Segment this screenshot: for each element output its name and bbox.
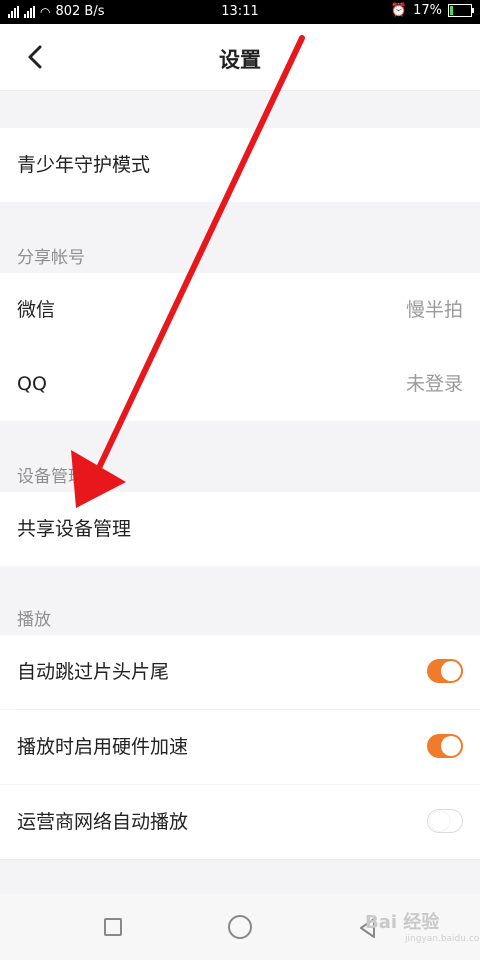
youth-mode-label: 青少年守护模式 bbox=[17, 154, 151, 176]
status-right: ⏰ 17% bbox=[390, 3, 474, 18]
hw-accel-row: 播放时启用硬件加速 bbox=[0, 710, 480, 784]
battery-fill bbox=[450, 6, 453, 15]
wechat-value: 慢半拍 bbox=[405, 299, 463, 321]
section-share-account: 分享帐号 bbox=[17, 248, 85, 268]
alarm-icon: ⏰ bbox=[390, 3, 408, 18]
wechat-row[interactable]: 微信 慢半拍 bbox=[0, 273, 480, 347]
baidu-watermark-url: jingyan.baidu.com bbox=[405, 934, 480, 944]
status-bar: ◠ 802 B/s 13:11 ⏰ 17% bbox=[0, 0, 480, 24]
divider bbox=[0, 859, 480, 860]
shared-device-label: 共享设备管理 bbox=[17, 518, 132, 540]
qq-row[interactable]: QQ 未登录 bbox=[0, 347, 480, 421]
recent-apps-button[interactable] bbox=[104, 918, 122, 936]
toggle-knob bbox=[430, 811, 450, 831]
carrier-autoplay-label: 运营商网络自动播放 bbox=[17, 811, 189, 833]
qq-label: QQ bbox=[17, 373, 47, 395]
qq-value: 未登录 bbox=[405, 373, 463, 395]
home-button[interactable] bbox=[228, 915, 252, 939]
wechat-label: 微信 bbox=[17, 299, 56, 321]
carrier-autoplay-row: 运营商网络自动播放 bbox=[0, 785, 480, 859]
app-header: 设置 bbox=[0, 24, 480, 91]
battery-icon bbox=[448, 4, 474, 17]
section-playback: 播放 bbox=[17, 610, 51, 630]
page-title: 设置 bbox=[219, 48, 261, 72]
skip-intro-label: 自动跳过片头片尾 bbox=[17, 661, 170, 683]
hw-accel-toggle[interactable] bbox=[427, 734, 463, 758]
hw-accel-label: 播放时启用硬件加速 bbox=[17, 736, 189, 758]
section-device-manage: 设备管理 bbox=[17, 467, 85, 487]
battery-percent: 17% bbox=[413, 3, 442, 18]
toggle-knob bbox=[441, 736, 461, 756]
skip-intro-toggle[interactable] bbox=[427, 659, 463, 683]
toggle-knob bbox=[441, 661, 461, 681]
shared-device-row[interactable]: 共享设备管理 bbox=[0, 492, 480, 566]
youth-mode-row[interactable]: 青少年守护模式 bbox=[0, 128, 480, 202]
baidu-watermark: Bai 经验 bbox=[365, 912, 440, 933]
skip-intro-row: 自动跳过片头片尾 bbox=[0, 635, 480, 709]
carrier-autoplay-toggle[interactable] bbox=[427, 809, 463, 833]
